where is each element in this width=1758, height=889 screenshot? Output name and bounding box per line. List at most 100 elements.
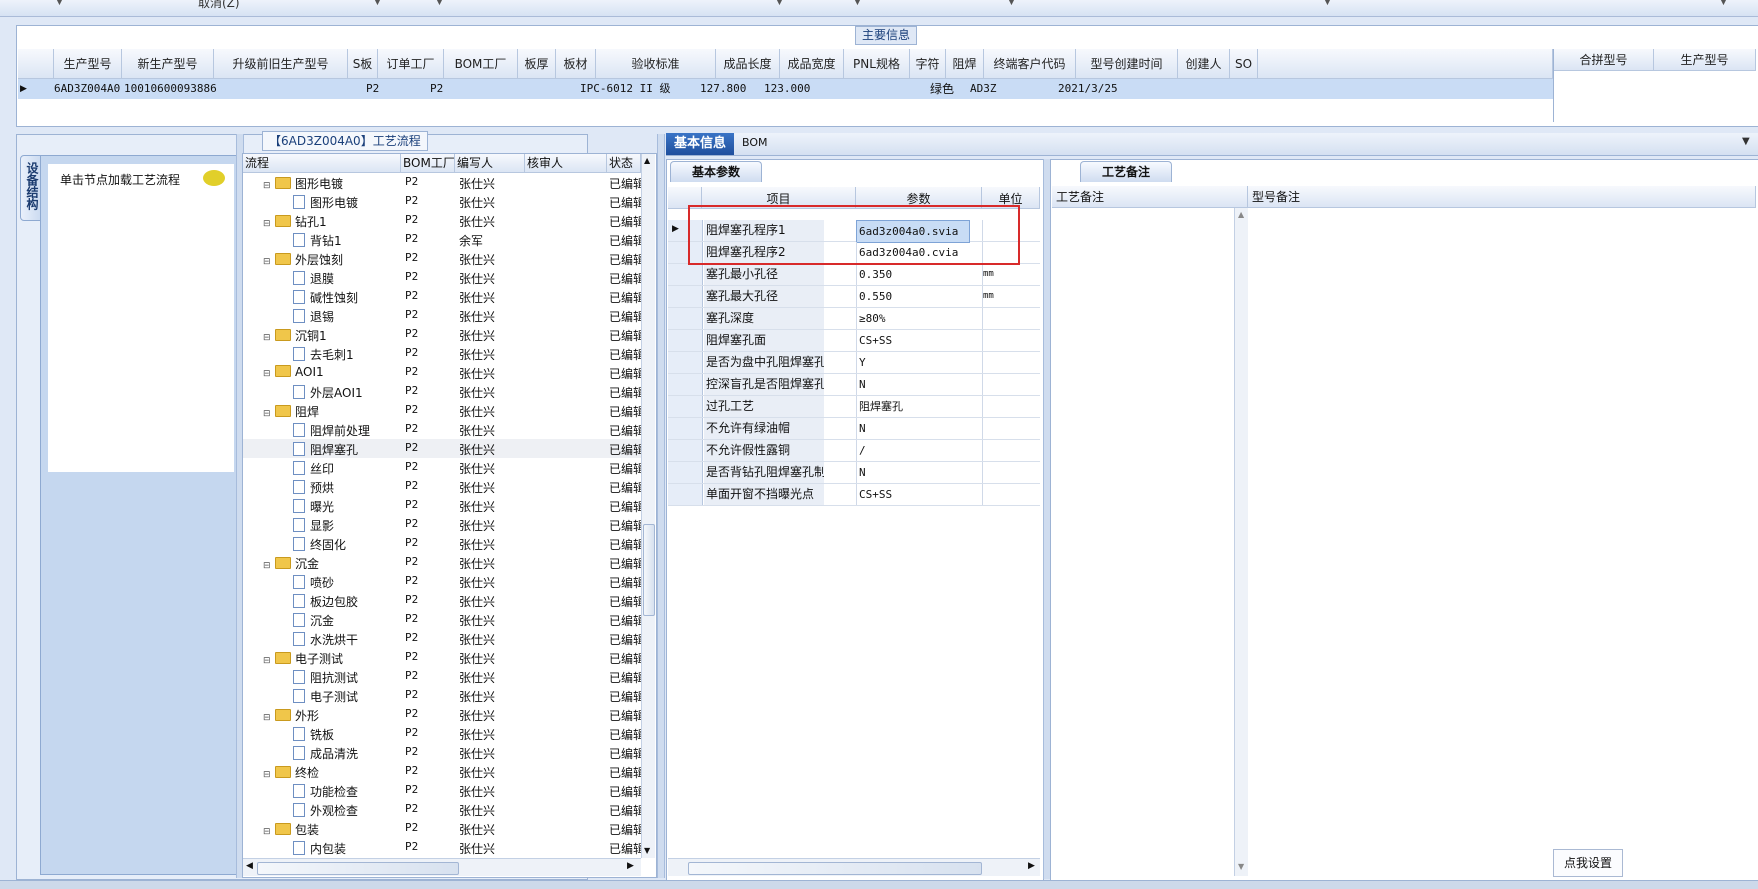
column-header[interactable]: SO bbox=[1230, 49, 1258, 79]
vertical-scrollbar[interactable]: ▲ ▼ bbox=[1234, 208, 1248, 876]
scroll-right-icon[interactable]: ▶ bbox=[1028, 861, 1035, 871]
collapse-icon[interactable]: ⊟ bbox=[263, 827, 271, 837]
tree-node[interactable]: 背钻1 bbox=[293, 232, 342, 249]
process-notes-field[interactable] bbox=[1052, 208, 1234, 876]
tree-row[interactable]: 退膜 P2 张仕兴 已编辑 bbox=[243, 268, 641, 287]
chevron-down-icon[interactable]: ▼ bbox=[1742, 136, 1750, 147]
tree-row[interactable]: 铣板 P2 张仕兴 已编辑 bbox=[243, 724, 641, 743]
column-header[interactable]: 订单工厂 bbox=[378, 49, 444, 79]
tree-row[interactable]: 水洗烘干 P2 张仕兴 已编辑 bbox=[243, 629, 641, 648]
tree-node[interactable]: 板边包胶 bbox=[293, 593, 358, 610]
tree-node[interactable]: ⊟ 阻焊 bbox=[263, 403, 319, 420]
column-header[interactable]: 验收标准 bbox=[596, 49, 716, 79]
tree-row[interactable]: ⊟ 终检 P2 张仕兴 已编辑 bbox=[243, 762, 641, 781]
tree-row[interactable]: 阻焊塞孔 P2 张仕兴 已编辑 bbox=[243, 439, 641, 458]
scrollbar-thumb[interactable] bbox=[257, 862, 459, 875]
collapse-icon[interactable]: ⊟ bbox=[263, 713, 271, 723]
scrollbar-thumb[interactable] bbox=[688, 862, 982, 875]
column-header[interactable]: 编写人 bbox=[455, 154, 525, 173]
param-row[interactable]: 是否背钻孔阻焊塞孔制作 N bbox=[668, 462, 1040, 484]
param-value[interactable]: / bbox=[856, 440, 969, 461]
column-header[interactable]: 阻焊 bbox=[946, 49, 984, 79]
tree-row[interactable]: ⊟ 阻焊 P2 张仕兴 已编辑 bbox=[243, 401, 641, 420]
tree-row[interactable]: 沉金 P2 张仕兴 已编辑 bbox=[243, 610, 641, 629]
tree-row[interactable]: 预烘 P2 张仕兴 已编辑 bbox=[243, 477, 641, 496]
collapse-icon[interactable]: ⊟ bbox=[263, 656, 271, 666]
param-row[interactable]: 阻焊塞孔面 CS+SS bbox=[668, 330, 1040, 352]
tree-node[interactable]: 碱性蚀刻 bbox=[293, 289, 358, 306]
param-row[interactable]: 塞孔最小孔径 0.350 mm bbox=[668, 264, 1040, 286]
param-row[interactable]: 单面开窗不挡曝光点 CS+SS bbox=[668, 484, 1040, 506]
tree-node[interactable]: ⊟ 包装 bbox=[263, 821, 319, 838]
splitter-handle[interactable] bbox=[657, 134, 665, 878]
tree-node[interactable]: 成品清洗 bbox=[293, 745, 358, 762]
tree-node[interactable]: 外观检查 bbox=[293, 802, 358, 819]
scrollbar-thumb[interactable] bbox=[643, 524, 655, 616]
column-header[interactable]: BOM工厂 bbox=[444, 49, 518, 79]
dropdown-arrow-icon[interactable]: ▼ bbox=[436, 0, 443, 7]
param-value[interactable]: 0.550 bbox=[856, 286, 969, 307]
column-header[interactable]: 流程 bbox=[243, 154, 401, 173]
tree-node[interactable]: 阻抗测试 bbox=[293, 669, 358, 686]
param-value[interactable]: N bbox=[856, 374, 969, 395]
param-row[interactable]: 是否为盘中孔阻焊塞孔 Y bbox=[668, 352, 1040, 374]
tree-row[interactable]: 电子测试 P2 张仕兴 已编辑 bbox=[243, 686, 641, 705]
scroll-left-icon[interactable]: ◀ bbox=[246, 861, 253, 871]
column-header[interactable]: 创建人 bbox=[1178, 49, 1230, 79]
tree-row[interactable]: 碱性蚀刻 P2 张仕兴 已编辑 bbox=[243, 287, 641, 306]
tree-node[interactable]: 退膜 bbox=[293, 270, 334, 287]
tree-row[interactable]: 显影 P2 张仕兴 已编辑 bbox=[243, 515, 641, 534]
column-header[interactable]: 新生产型号 bbox=[122, 49, 214, 79]
tree-node[interactable]: 曝光 bbox=[293, 498, 334, 515]
column-header[interactable]: 板厚 bbox=[518, 49, 556, 79]
scroll-down-icon[interactable]: ▼ bbox=[644, 846, 650, 855]
tab-basic-info[interactable]: 基本信息 bbox=[666, 133, 734, 155]
tree-row[interactable]: 外层AOI1 P2 张仕兴 已编辑 bbox=[243, 382, 641, 401]
tab-basic-params[interactable]: 基本参数 bbox=[670, 161, 762, 182]
dropdown-arrow-icon[interactable]: ▼ bbox=[1008, 0, 1015, 7]
collapse-icon[interactable]: ⊟ bbox=[263, 369, 271, 379]
tree-row[interactable]: ⊟ AOI1 P2 张仕兴 已编辑 bbox=[243, 363, 641, 382]
tree-node[interactable]: ⊟ 钻孔1 bbox=[263, 213, 327, 230]
tree-node[interactable]: 去毛刺1 bbox=[293, 346, 354, 363]
column-header[interactable]: 字符 bbox=[910, 49, 946, 79]
column-header[interactable]: PNL规格 bbox=[844, 49, 910, 79]
tree-node[interactable]: 阻焊塞孔 bbox=[293, 441, 358, 458]
tree-row[interactable]: ⊟ 包装 P2 张仕兴 已编辑 bbox=[243, 819, 641, 838]
dropdown-arrow-icon[interactable]: ▼ bbox=[1720, 0, 1727, 7]
param-row[interactable]: 过孔工艺 阻焊塞孔 bbox=[668, 396, 1040, 418]
tree-row[interactable]: 终固化 P2 张仕兴 已编辑 bbox=[243, 534, 641, 553]
tree-node[interactable]: 电子测试 bbox=[293, 688, 358, 705]
column-header[interactable]: 成品宽度 bbox=[780, 49, 844, 79]
param-row[interactable]: 控深盲孔是否阻焊塞孔制作 N bbox=[668, 374, 1040, 396]
column-header[interactable]: 型号创建时间 bbox=[1076, 49, 1178, 79]
tree-row[interactable]: 板边包胶 P2 张仕兴 已编辑 bbox=[243, 591, 641, 610]
collapse-icon[interactable]: ⊟ bbox=[263, 409, 271, 419]
tree-node[interactable]: ⊟ 电子测试 bbox=[263, 650, 343, 667]
tree-node[interactable]: ⊟ 沉金 bbox=[263, 555, 319, 572]
tree-node[interactable]: ⊟ 外层蚀刻 bbox=[263, 251, 343, 268]
tree-row[interactable]: 阻焊前处理 P2 张仕兴 已编辑 bbox=[243, 420, 641, 439]
tree-node[interactable]: 内包装 bbox=[293, 840, 346, 857]
scroll-up-icon[interactable]: ▲ bbox=[644, 156, 650, 165]
tree-row[interactable]: 曝光 P2 张仕兴 已编辑 bbox=[243, 496, 641, 515]
collapse-icon[interactable]: ⊟ bbox=[263, 219, 271, 229]
column-header[interactable]: 成品长度 bbox=[716, 49, 780, 79]
vertical-scrollbar[interactable]: ▲ ▼ bbox=[641, 154, 655, 858]
cancel-menu-item[interactable]: 取消(Z) bbox=[198, 0, 240, 11]
tree-node[interactable]: 水洗烘干 bbox=[293, 631, 358, 648]
param-value[interactable]: Y bbox=[856, 352, 969, 373]
dropdown-arrow-icon[interactable]: ▼ bbox=[1324, 0, 1331, 7]
tree-row[interactable]: 背钻1 P2 余军 已编辑 bbox=[243, 230, 641, 249]
tree-node[interactable]: ⊟ 终检 bbox=[263, 764, 319, 781]
collapse-icon[interactable]: ⊟ bbox=[263, 561, 271, 571]
tree-row[interactable]: 去毛刺1 P2 张仕兴 已编辑 bbox=[243, 344, 641, 363]
column-header[interactable]: S板 bbox=[348, 49, 378, 79]
tree-row[interactable]: ⊟ 钻孔1 P2 张仕兴 已编辑 bbox=[243, 211, 641, 230]
param-row[interactable]: 不允许假性露铜 / bbox=[668, 440, 1040, 462]
tree-node[interactable]: 沉金 bbox=[293, 612, 334, 629]
tree-row[interactable]: ⊟ 外形 P2 张仕兴 已编辑 bbox=[243, 705, 641, 724]
column-header[interactable]: 升级前旧生产型号 bbox=[214, 49, 348, 79]
column-header[interactable]: 板材 bbox=[556, 49, 596, 79]
column-header[interactable]: 核审人 bbox=[525, 154, 607, 173]
